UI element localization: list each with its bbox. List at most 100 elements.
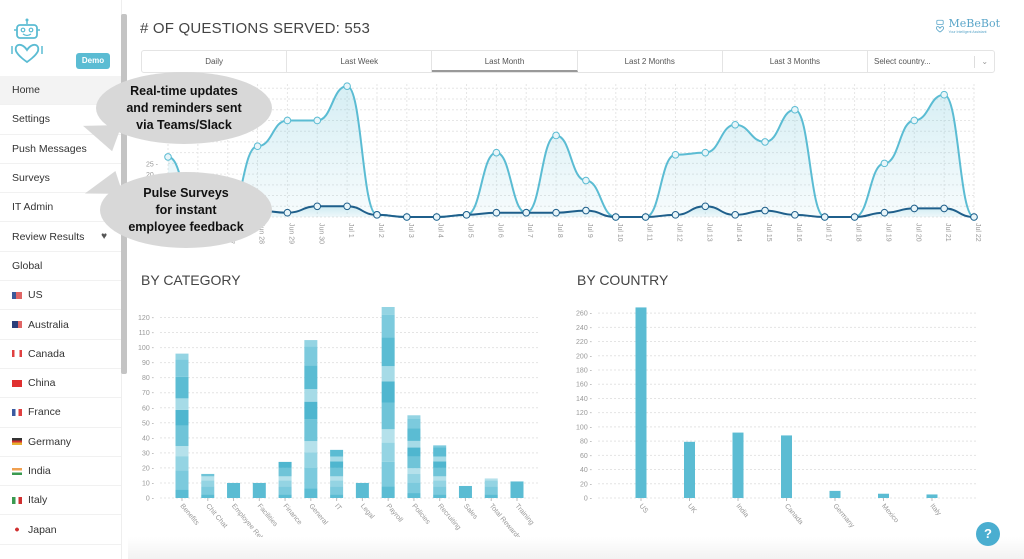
data-point[interactable] [522, 208, 531, 217]
data-point[interactable] [641, 213, 650, 221]
bar-mexico[interactable] [878, 493, 889, 498]
bar-segment [175, 446, 189, 457]
sidebar-item-italy[interactable]: Italy [0, 486, 121, 516]
data-point[interactable] [313, 116, 322, 125]
bar-recruiting[interactable] [433, 445, 447, 498]
bar-canada[interactable] [781, 435, 792, 498]
data-point[interactable] [940, 204, 948, 213]
x-tick-label: Jul 6 [496, 223, 503, 238]
bar-india[interactable] [732, 432, 744, 498]
bar-sales[interactable] [458, 485, 472, 498]
brand-bot-icon [935, 19, 944, 33]
bar-us[interactable] [635, 307, 647, 498]
data-point[interactable] [611, 213, 620, 221]
x-tick-label: Sales [462, 503, 479, 521]
sidebar-item-canada[interactable]: Canada [0, 340, 121, 369]
data-point[interactable] [910, 204, 919, 213]
sidebar-item-australia[interactable]: Australia [0, 310, 121, 340]
data-point[interactable] [552, 131, 560, 140]
bar-total-rewards[interactable] [484, 478, 498, 498]
data-point[interactable] [761, 138, 769, 146]
chevron-down-icon[interactable]: ⌄ [981, 57, 988, 66]
sidebar-item-us[interactable]: US [0, 281, 121, 311]
sidebar-item-germany[interactable]: Germany [0, 428, 121, 457]
demo-button[interactable]: Demo [76, 53, 110, 69]
bar-payroll[interactable] [381, 306, 395, 498]
sidebar-item-japan[interactable]: Japan [0, 515, 121, 545]
bar-benefits[interactable] [175, 353, 189, 498]
bar-segment [407, 440, 421, 448]
data-point[interactable] [731, 211, 739, 219]
data-point[interactable] [552, 208, 560, 217]
data-point[interactable] [671, 211, 680, 219]
data-point[interactable] [791, 105, 799, 114]
data-point[interactable] [791, 211, 799, 219]
bar-germany[interactable] [829, 490, 841, 498]
help-button[interactable]: ? [976, 522, 1000, 546]
bar-segment [201, 486, 215, 495]
sidebar-item-india[interactable]: India [0, 457, 121, 487]
x-tick-label: Jul 16 [795, 223, 802, 242]
bar-training[interactable] [510, 481, 524, 498]
data-point[interactable] [492, 208, 501, 217]
tab-last-2-months[interactable]: Last 2 Months [578, 51, 723, 72]
bar-segment [484, 478, 498, 481]
data-point[interactable] [403, 213, 411, 221]
data-point[interactable] [880, 159, 889, 168]
callout-top-line-2: and reminders sent [126, 100, 242, 115]
bar-segment [304, 389, 318, 402]
data-point[interactable] [731, 120, 739, 129]
tab-last-3-months[interactable]: Last 3 Months [723, 51, 869, 72]
data-point[interactable] [701, 202, 710, 211]
sidebar-item-global[interactable]: Global [0, 252, 121, 282]
bar-segment [175, 398, 189, 410]
data-point[interactable] [492, 148, 501, 157]
data-point[interactable] [671, 150, 680, 159]
bar-it[interactable] [330, 449, 344, 498]
data-point[interactable] [701, 148, 710, 157]
data-point[interactable] [343, 82, 351, 90]
bar-italy[interactable] [926, 494, 938, 498]
data-point[interactable] [164, 153, 172, 161]
data-point[interactable] [283, 208, 292, 217]
bar-segment [278, 494, 292, 498]
data-point[interactable] [970, 213, 978, 221]
bar-facilities[interactable] [252, 482, 266, 498]
data-point[interactable] [582, 206, 590, 215]
bar-uk[interactable] [684, 441, 695, 498]
sidebar-item-france[interactable]: France [0, 398, 121, 428]
data-point[interactable] [313, 202, 322, 211]
country-select[interactable]: Select country... ⌄ [868, 51, 994, 72]
bar-general[interactable] [304, 340, 318, 498]
tab-last-month[interactable]: Last Month [432, 51, 578, 72]
sidebar-item-label: IT Admin [12, 201, 54, 214]
x-tick-label: Jun 29 [287, 223, 294, 244]
bar-segment [304, 346, 318, 366]
data-point[interactable] [850, 213, 859, 221]
data-point[interactable] [283, 116, 292, 125]
bar-employee-relations[interactable] [227, 482, 241, 498]
bar-finance[interactable] [278, 461, 292, 498]
data-point[interactable] [761, 206, 769, 215]
bar-legal[interactable] [355, 482, 369, 498]
data-point[interactable] [462, 211, 471, 219]
data-point[interactable] [582, 176, 590, 185]
bar-policies[interactable] [407, 415, 421, 498]
data-point[interactable] [343, 202, 351, 211]
bar-segment [433, 461, 447, 468]
bar-segment [433, 480, 447, 487]
x-tick-label: Germany [831, 503, 855, 530]
tab-last-week[interactable]: Last Week [287, 51, 433, 72]
data-point[interactable] [432, 213, 441, 221]
sidebar-item-china[interactable]: China [0, 369, 121, 399]
data-point[interactable] [910, 116, 919, 125]
data-point[interactable] [880, 208, 889, 217]
canada-flag-icon [12, 350, 22, 358]
sidebar-item-review-results[interactable]: Review Results ♥ [0, 222, 121, 252]
bar-chit-chat[interactable] [201, 473, 215, 498]
data-point[interactable] [373, 211, 381, 219]
data-point[interactable] [253, 142, 262, 151]
data-point[interactable] [940, 90, 948, 99]
tab-daily[interactable]: Daily [142, 51, 288, 72]
data-point[interactable] [820, 213, 829, 221]
